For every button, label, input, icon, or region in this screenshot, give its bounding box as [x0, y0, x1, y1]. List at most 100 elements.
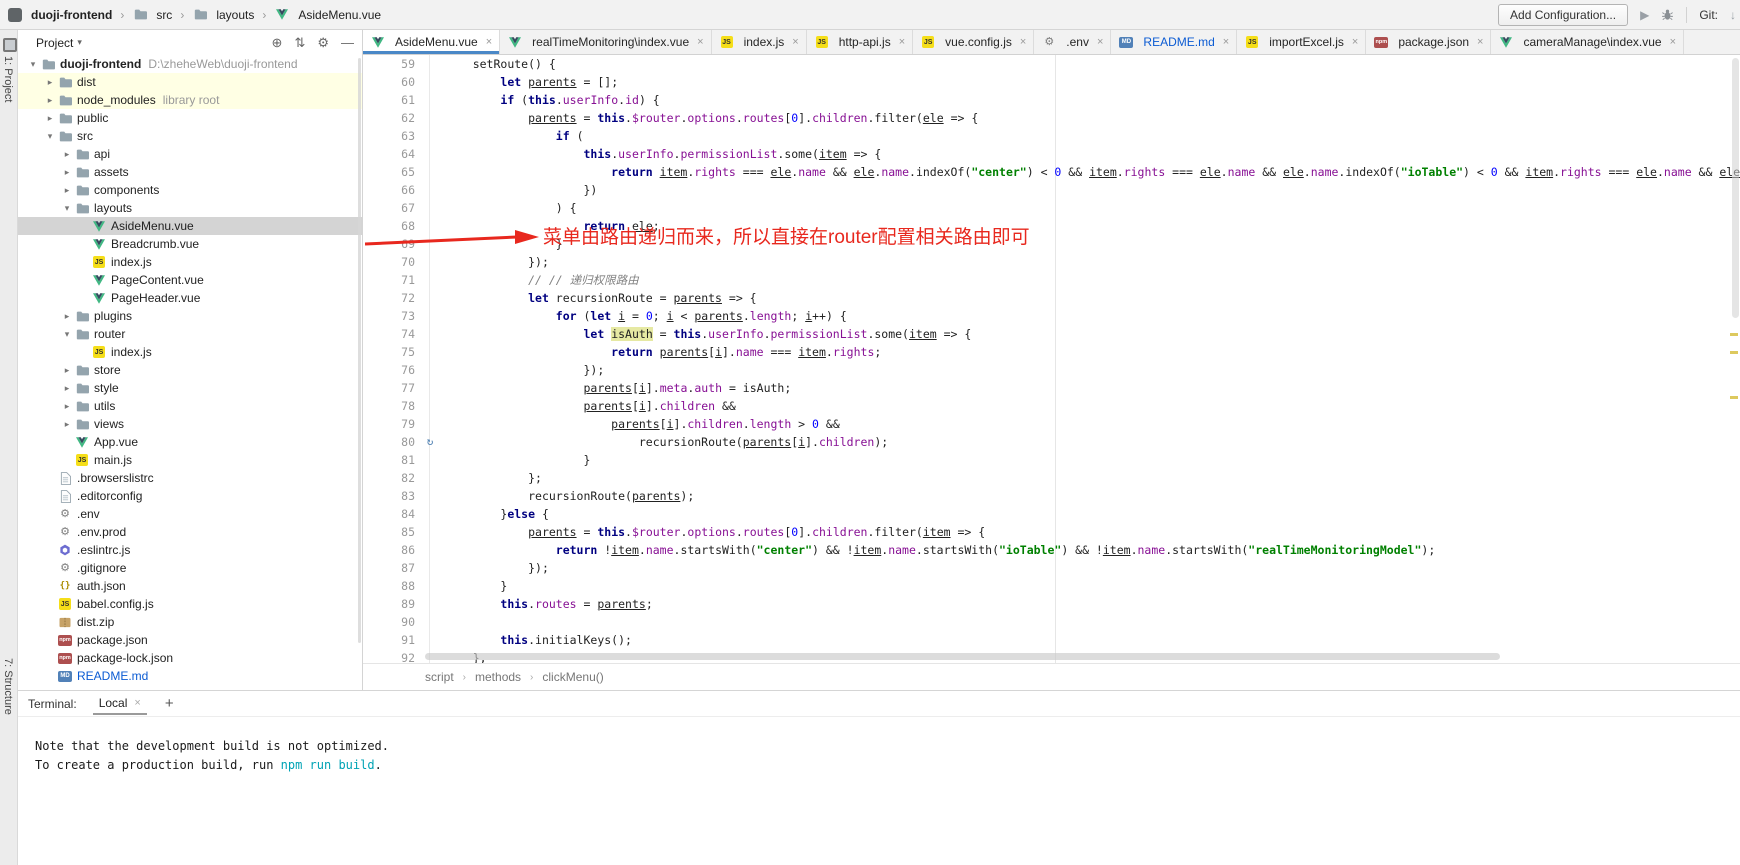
tree-item[interactable]: PageHeader.vue: [18, 289, 362, 307]
tree-item[interactable]: PageContent.vue: [18, 271, 362, 289]
main-menu-icon[interactable]: [8, 8, 22, 22]
line-number[interactable]: 65: [363, 163, 415, 181]
tree-item[interactable]: ▸components: [18, 181, 362, 199]
close-tab-icon[interactable]: ×: [1097, 36, 1103, 48]
line-number[interactable]: 67: [363, 199, 415, 217]
code-text[interactable]: });: [445, 253, 1740, 271]
tree-item[interactable]: .eslintrc.js: [18, 541, 362, 559]
code-line[interactable]: 72 let recursionRoute = parents => {: [363, 289, 1740, 307]
line-number[interactable]: 84: [363, 505, 415, 523]
code-line[interactable]: 76 });: [363, 361, 1740, 379]
vertical-scrollbar[interactable]: [1732, 58, 1739, 318]
breadcrumb-item[interactable]: layouts: [189, 6, 257, 24]
tree-item[interactable]: JSindex.js: [18, 253, 362, 271]
line-number[interactable]: 89: [363, 595, 415, 613]
code-line[interactable]: 91 this.initialKeys();: [363, 631, 1740, 649]
code-line[interactable]: 78 parents[i].children &&: [363, 397, 1740, 415]
code-line[interactable]: 90: [363, 613, 1740, 631]
code-text[interactable]: ) {: [445, 199, 1740, 217]
tree-item[interactable]: AsideMenu.vue: [18, 217, 362, 235]
line-number[interactable]: 81: [363, 451, 415, 469]
code-line[interactable]: 65 return item.rights === ele.name && el…: [363, 163, 1740, 181]
tree-item[interactable]: ▾duoji-frontendD:\zheheWeb\duoji-fronten…: [18, 55, 362, 73]
editor-tab[interactable]: JSimportExcel.js×: [1237, 30, 1366, 54]
git-update-icon[interactable]: ↓: [1730, 8, 1736, 22]
line-number[interactable]: 66: [363, 181, 415, 199]
code-line[interactable]: 64 this.userInfo.permissionList.some(ite…: [363, 145, 1740, 163]
close-tab-icon[interactable]: ×: [1477, 36, 1483, 48]
tree-item[interactable]: ▸store: [18, 361, 362, 379]
code-line[interactable]: 75 return parents[i].name === item.right…: [363, 343, 1740, 361]
code-line[interactable]: 63 if (: [363, 127, 1740, 145]
toolwindow-button-project[interactable]: 1: Project: [2, 56, 14, 102]
editor-tab[interactable]: JSindex.js×: [712, 30, 807, 54]
tree-item[interactable]: .browserslistrc: [18, 469, 362, 487]
tree-item[interactable]: ▾router: [18, 325, 362, 343]
line-number[interactable]: 91: [363, 631, 415, 649]
code-text[interactable]: parents = this.$router.options.routes[0]…: [445, 109, 1740, 127]
code-text[interactable]: parents[i].children &&: [445, 397, 1740, 415]
code-line[interactable]: 83 recursionRoute(parents);: [363, 487, 1740, 505]
line-number[interactable]: 77: [363, 379, 415, 397]
chevron-collapsed-icon[interactable]: ▸: [43, 77, 57, 88]
hide-panel-icon[interactable]: —: [341, 35, 354, 50]
code-text[interactable]: recursionRoute(parents[i].children);: [445, 433, 1740, 451]
close-tab-icon[interactable]: ×: [899, 36, 905, 48]
tree-item[interactable]: ▸dist: [18, 73, 362, 91]
line-number[interactable]: 72: [363, 289, 415, 307]
debug-icon[interactable]: [1661, 8, 1674, 21]
project-scrollbar[interactable]: [358, 58, 361, 643]
chevron-collapsed-icon[interactable]: ▸: [60, 365, 74, 376]
code-text[interactable]: this.userInfo.permissionList.some(item =…: [445, 145, 1740, 163]
line-number[interactable]: 78: [363, 397, 415, 415]
chevron-collapsed-icon[interactable]: ▸: [43, 113, 57, 124]
code-line[interactable]: 74 let isAuth = this.userInfo.permission…: [363, 325, 1740, 343]
tree-item[interactable]: ⚙.env: [18, 505, 362, 523]
code-text[interactable]: };: [445, 469, 1740, 487]
chevron-collapsed-icon[interactable]: ▸: [60, 167, 74, 178]
editor-breadcrumb-item[interactable]: methods: [475, 670, 521, 684]
tree-item[interactable]: npmpackage-lock.json: [18, 649, 362, 667]
chevron-collapsed-icon[interactable]: ▸: [60, 311, 74, 322]
code-line[interactable]: 84 }else {: [363, 505, 1740, 523]
close-tab-icon[interactable]: ×: [486, 36, 492, 48]
chevron-down-icon[interactable]: ▾: [77, 37, 82, 48]
horizontal-scrollbar[interactable]: [425, 653, 1500, 660]
code-text[interactable]: this.routes = parents;: [445, 595, 1740, 613]
code-text[interactable]: let isAuth = this.userInfo.permissionLis…: [445, 325, 1740, 343]
code-line[interactable]: 80↻ recursionRoute(parents[i].children);: [363, 433, 1740, 451]
tree-item[interactable]: MDREADME.md: [18, 667, 362, 685]
tree-item[interactable]: JSbabel.config.js: [18, 595, 362, 613]
code-line[interactable]: 67 ) {: [363, 199, 1740, 217]
code-line[interactable]: 60 let parents = [];: [363, 73, 1740, 91]
tree-item[interactable]: ▸utils: [18, 397, 362, 415]
chevron-expanded-icon[interactable]: ▾: [26, 59, 40, 70]
code-line[interactable]: 82 };: [363, 469, 1740, 487]
stripe-mark[interactable]: [1730, 396, 1738, 399]
code-text[interactable]: }else {: [445, 505, 1740, 523]
code-line[interactable]: 89 this.routes = parents;: [363, 595, 1740, 613]
close-tab-icon[interactable]: ×: [792, 36, 798, 48]
tree-item[interactable]: ▸plugins: [18, 307, 362, 325]
tree-item[interactable]: dist.zip: [18, 613, 362, 631]
line-number[interactable]: 87: [363, 559, 415, 577]
line-number[interactable]: 59: [363, 55, 415, 73]
code-text[interactable]: return parents[i].name === item.rights;: [445, 343, 1740, 361]
line-number[interactable]: 85: [363, 523, 415, 541]
chevron-collapsed-icon[interactable]: ▸: [60, 185, 74, 196]
editor-breadcrumb-item[interactable]: clickMenu(): [542, 670, 603, 684]
tree-item[interactable]: ▾layouts: [18, 199, 362, 217]
code-text[interactable]: if (: [445, 127, 1740, 145]
line-number[interactable]: 74: [363, 325, 415, 343]
tree-item[interactable]: JSmain.js: [18, 451, 362, 469]
line-number[interactable]: 83: [363, 487, 415, 505]
line-number[interactable]: 88: [363, 577, 415, 595]
code-line[interactable]: 85 parents = this.$router.options.routes…: [363, 523, 1740, 541]
editor-breadcrumb-item[interactable]: script: [425, 670, 454, 684]
editor-tab[interactable]: ⚙.env×: [1034, 30, 1111, 54]
code-text[interactable]: }): [445, 181, 1740, 199]
tree-item[interactable]: JSindex.js: [18, 343, 362, 361]
code-text[interactable]: for (let i = 0; i < parents.length; i++)…: [445, 307, 1740, 325]
code-line[interactable]: 79 parents[i].children.length > 0 &&: [363, 415, 1740, 433]
tree-item[interactable]: App.vue: [18, 433, 362, 451]
